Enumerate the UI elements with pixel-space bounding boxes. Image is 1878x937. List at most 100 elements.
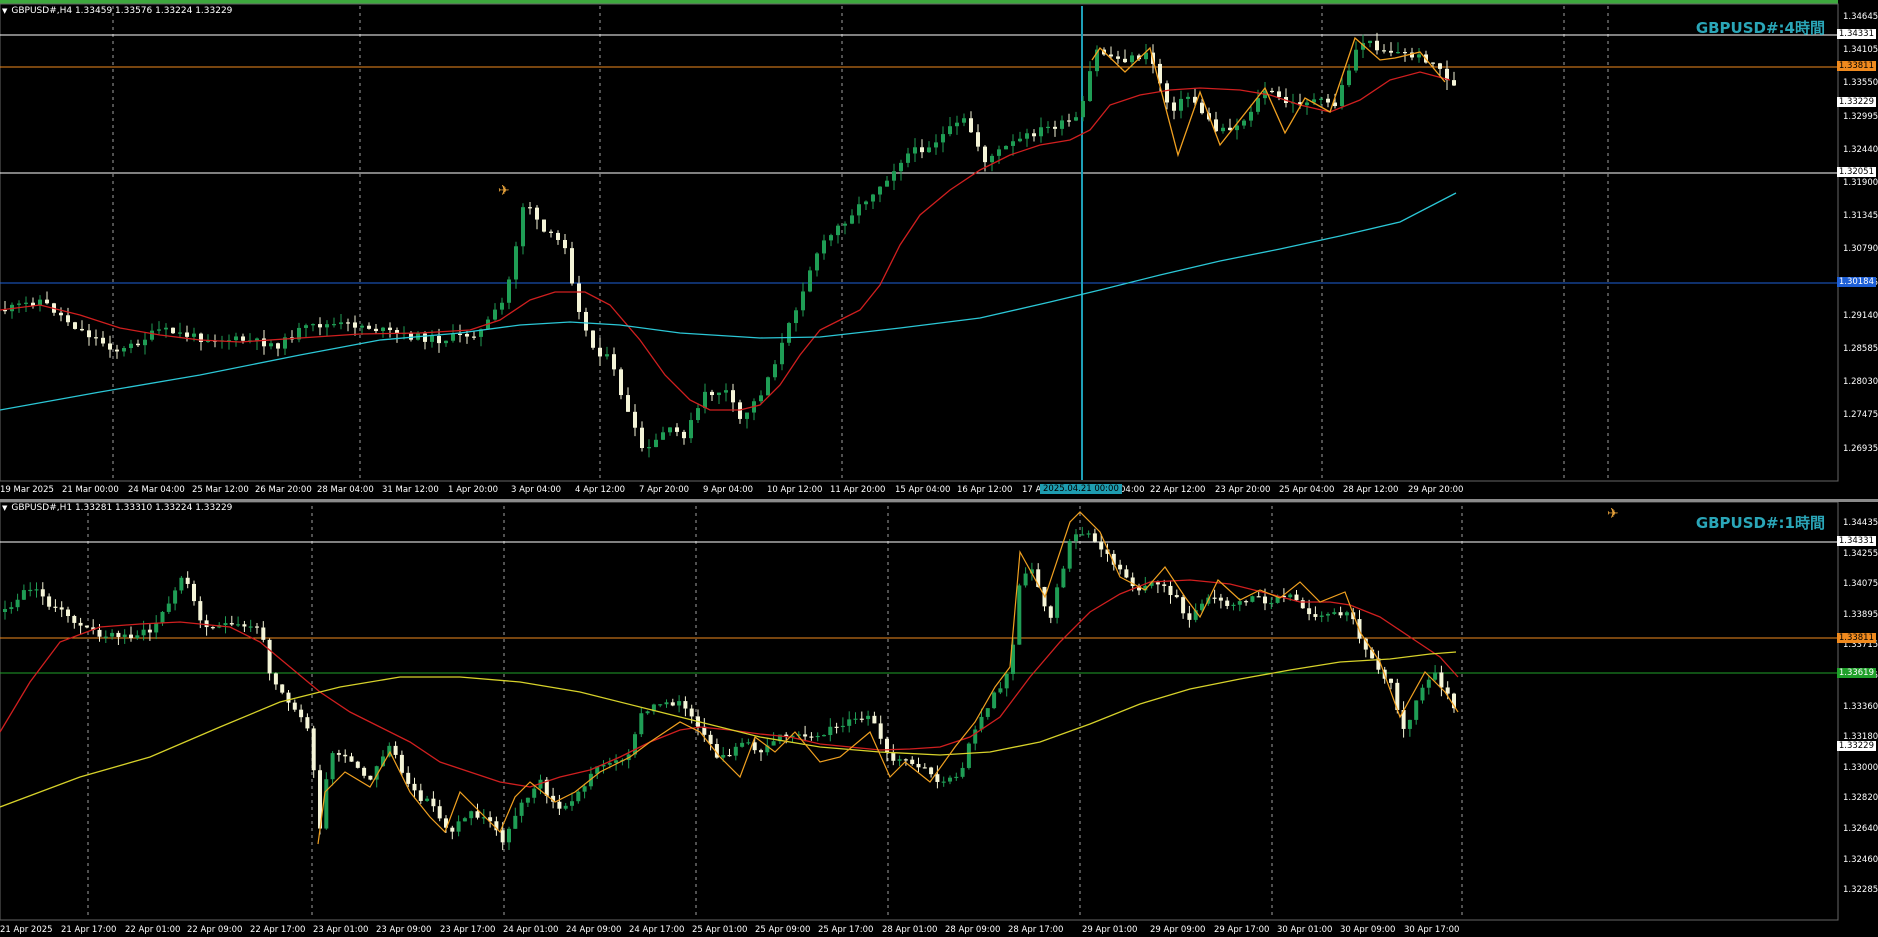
candle-body (563, 239, 567, 249)
candle-body (24, 302, 28, 304)
candle-body (267, 639, 272, 674)
candle-body (103, 636, 108, 638)
triangle-down-icon[interactable]: ▼ (2, 504, 7, 512)
candle-body (444, 340, 448, 344)
candle-body (1417, 54, 1421, 58)
candle-body (1212, 597, 1217, 599)
candle-body (110, 632, 115, 637)
price-axis-label: 1.28030 (1843, 377, 1878, 388)
candle-body (141, 629, 146, 636)
candle-body (318, 324, 322, 328)
candle-body (45, 299, 49, 304)
time-axis-label: 22 Apr 01:00 (125, 925, 181, 935)
top-border-bar (0, 0, 1838, 4)
candle-body (304, 325, 308, 328)
price-axis-label: 1.27475 (1843, 410, 1878, 421)
level-tag-white-lower: 1.32051 (1836, 167, 1876, 177)
candle-body (1055, 587, 1060, 618)
candle-body (362, 767, 367, 776)
candle-body (962, 118, 966, 123)
candle-body (185, 332, 189, 337)
satellite-icon[interactable]: ✈ (1607, 506, 1619, 522)
candle-body (1018, 138, 1022, 142)
candle-body (773, 364, 777, 378)
candle-body (1187, 613, 1192, 620)
candle-body (935, 774, 940, 782)
candle-body (1375, 40, 1379, 51)
h4-chart-canvas[interactable] (0, 0, 1878, 500)
candle-body (1326, 613, 1330, 616)
candle-body (1439, 672, 1444, 688)
h1-chart-pane[interactable]: ▼ GBPUSD#,H1 1.33281 1.33310 1.33224 1.33… (0, 502, 1878, 937)
h4-chart-pane[interactable]: ▼ GBPUSD#,H4 1.33459 1.33576 1.33224 1.33… (0, 0, 1878, 500)
candle-body (1277, 91, 1281, 97)
time-axis-label: 25 Apr 04:00 (1279, 485, 1335, 495)
candle-body (1048, 606, 1053, 618)
candle-body (66, 609, 70, 617)
candle-body (115, 349, 119, 352)
time-axis-label: 22 Apr 09:00 (187, 925, 243, 935)
candle-body (885, 180, 889, 187)
candle-body (325, 324, 329, 328)
candle-body (173, 590, 178, 604)
candle-body (828, 726, 833, 736)
candle-body (997, 149, 1001, 156)
candle-body (1452, 80, 1456, 86)
candle-body (423, 333, 427, 342)
price-axis-label: 1.32460 (1843, 854, 1878, 865)
price-axis-label: 1.33000 (1843, 762, 1878, 773)
candle-body (1088, 71, 1092, 101)
candle-body (794, 310, 798, 324)
candle-body (507, 279, 511, 303)
candle-body (1067, 541, 1072, 569)
candle-body (654, 439, 658, 448)
chart-background (0, 0, 1878, 500)
h1-chart-canvas[interactable] (0, 502, 1878, 937)
time-axis-label: 28 Apr 09:00 (945, 925, 1001, 935)
candle-body (787, 323, 791, 343)
candle-body (731, 390, 735, 403)
candle-body (136, 343, 140, 346)
candle-body (305, 717, 310, 729)
candle-body (1011, 141, 1015, 146)
time-axis-label: 21 Mar 00:00 (62, 485, 119, 495)
candle-body (339, 322, 343, 325)
time-axis-label: 15 Apr 04:00 (895, 485, 951, 495)
candle-body (1172, 102, 1176, 111)
candle-body (717, 392, 721, 396)
candle-body (992, 692, 997, 709)
candle-body (1382, 50, 1386, 52)
candle-body (255, 338, 259, 341)
candle-body (1445, 687, 1450, 694)
candle-body (241, 336, 245, 341)
candle-body (1326, 98, 1330, 103)
candle-body (116, 632, 121, 637)
candle-body (437, 335, 441, 344)
candle-body (280, 684, 285, 693)
candle-body (311, 324, 315, 326)
candle-body (683, 701, 688, 709)
candle-body (689, 708, 694, 717)
candle-body (28, 589, 33, 592)
level-tag-orange: 1.33811 (1836, 61, 1876, 71)
candle-body (101, 337, 105, 344)
candle-body (80, 328, 84, 331)
candle-body (913, 147, 917, 154)
price-axis-label: 1.32995 (1843, 111, 1878, 122)
triangle-down-icon[interactable]: ▼ (2, 7, 7, 15)
level-tag-orange: 1.33811 (1836, 633, 1876, 643)
candle-body (223, 623, 228, 626)
satellite-icon[interactable]: ✈ (498, 183, 510, 199)
candle-body (892, 171, 896, 181)
candle-body (129, 634, 133, 639)
candle-body (801, 291, 805, 311)
candle-body (922, 767, 927, 769)
candle-body (1225, 600, 1230, 606)
candle-body (1340, 85, 1344, 107)
candle-body (262, 338, 266, 347)
candle-body (614, 760, 619, 763)
candle-body (1061, 568, 1066, 588)
candle-body (332, 324, 336, 326)
candle-body (178, 332, 182, 334)
candle-body (976, 132, 980, 147)
